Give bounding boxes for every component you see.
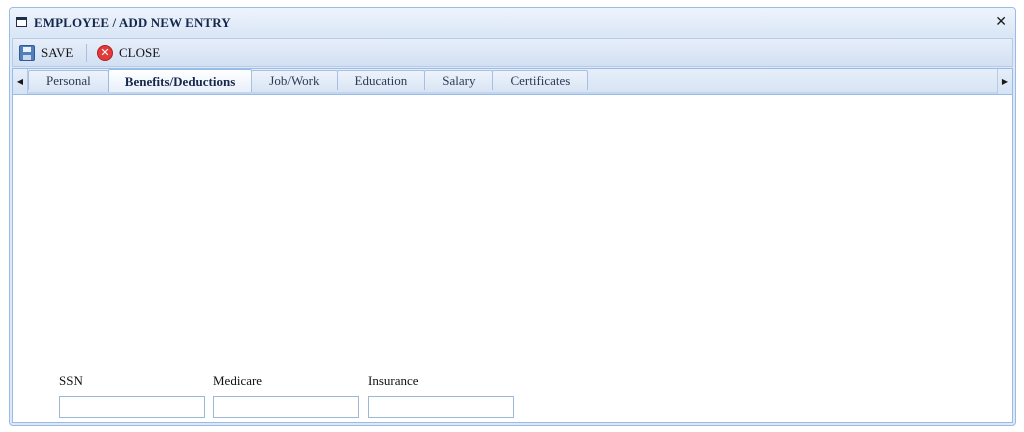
insurance-field-group: Insurance [368,373,514,418]
employee-dialog: EMPLOYEE / ADD NEW ENTRY ✕ SAVE ✕ CLOSE … [9,7,1016,426]
tab-benefits-deductions[interactable]: Benefits/Deductions [107,69,253,94]
window-icon [16,17,27,27]
toolbar-separator [86,44,87,62]
medicare-label: Medicare [213,373,263,388]
insurance-label: Insurance [368,373,419,388]
tab-education[interactable]: Education [336,70,426,90]
ssn-input[interactable] [59,396,205,418]
save-icon [19,44,35,61]
tab-job-work[interactable]: Job/Work [251,70,338,90]
insurance-input[interactable] [368,396,514,418]
tab-strip [28,92,997,94]
medicare-input[interactable] [213,396,359,418]
medicare-field-group: Medicare [213,373,359,418]
tab-panel-benefits-deductions: SSN Medicare Insurance [12,95,1013,423]
tab-scroll-left-icon[interactable]: ◀ [13,69,28,94]
close-circle-icon: ✕ [97,44,113,61]
tab-bar: ◀ Personal Benefits/Deductions Job/Work … [12,68,1013,95]
dialog-titlebar: EMPLOYEE / ADD NEW ENTRY ✕ [10,8,1015,37]
close-button[interactable]: ✕ CLOSE [97,42,160,63]
tab-list: Personal Benefits/Deductions Job/Work Ed… [28,69,589,94]
close-button-label: CLOSE [119,44,161,60]
tab-personal[interactable]: Personal [28,70,109,90]
dialog-close-icon[interactable]: ✕ [995,14,1007,30]
tab-scroll-right-icon[interactable]: ▶ [997,69,1012,94]
tab-certificates[interactable]: Certificates [492,70,589,90]
ssn-field-group: SSN [59,373,205,418]
ssn-label: SSN [59,373,83,388]
save-button[interactable]: SAVE [19,42,73,63]
save-button-label: SAVE [41,44,74,60]
dialog-title: EMPLOYEE / ADD NEW ENTRY [34,15,231,30]
toolbar: SAVE ✕ CLOSE [12,38,1013,67]
tab-salary[interactable]: Salary [424,70,494,90]
